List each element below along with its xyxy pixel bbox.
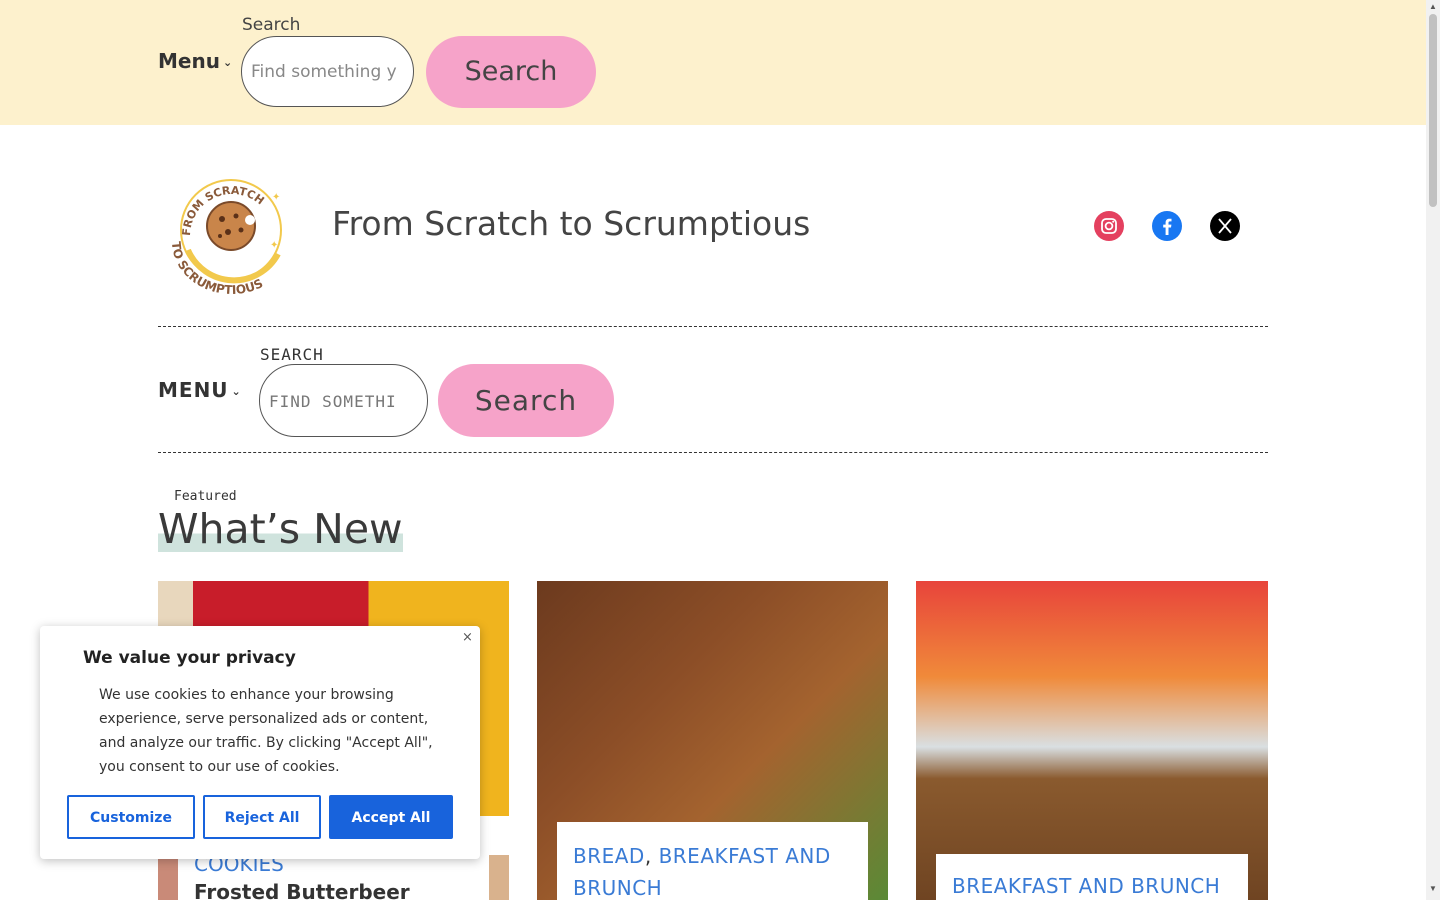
nav-search-button[interactable]: Search — [438, 364, 614, 437]
logo-text-bottom: TO SCRUMPTIOUS — [169, 241, 265, 297]
card-category-box: BREAKFAST AND BRUNCH — [936, 854, 1248, 900]
card-category-box: BREAD, BREAKFAST AND BRUNCH — [557, 822, 868, 900]
nav-search-input[interactable]: FIND SOMETHI — [259, 364, 428, 437]
banner-text: We use cookies to enhance your browsing … — [99, 687, 433, 775]
top-search-input[interactable]: Find something y — [241, 36, 414, 107]
chevron-down-icon: ⌄ — [222, 56, 233, 69]
svg-text:✦: ✦ — [270, 240, 278, 251]
top-menu-label: Menu — [158, 49, 220, 73]
cookie-consent-banner: × We value your privacy We use cookies t… — [40, 626, 480, 859]
nav-search-label: SEARCH — [260, 345, 324, 364]
x-icon[interactable] — [1210, 211, 1240, 241]
page-scrollbar[interactable]: ▲ ▼ — [1426, 0, 1440, 900]
top-bar: Menu ⌄ Search Find something y Search — [0, 0, 1426, 125]
top-menu-toggle[interactable]: Menu ⌄ — [158, 49, 232, 73]
featured-eyebrow: Featured — [174, 489, 237, 504]
post-card-image[interactable] — [916, 581, 1268, 900]
category-separator: , — [644, 844, 652, 868]
main-menu-label: MENU — [158, 378, 229, 402]
customize-button[interactable]: Customize — [67, 795, 195, 839]
scrollbar-thumb[interactable] — [1429, 14, 1437, 207]
chevron-down-icon: ⌄ — [231, 385, 242, 398]
card-image-edge — [158, 855, 178, 900]
divider-top — [158, 326, 1268, 327]
scroll-down-icon[interactable]: ▼ — [1429, 884, 1437, 893]
reject-all-button[interactable]: Reject All — [203, 795, 321, 839]
close-icon[interactable]: × — [462, 630, 473, 645]
svg-text:✦: ✦ — [272, 192, 280, 203]
site-logo[interactable]: FROM SCRATCH TO SCRUMPTIOUS ✦ ✦ — [158, 164, 304, 297]
section-heading: What’s New — [158, 505, 403, 553]
main-menu-toggle[interactable]: MENU ⌄ — [158, 378, 242, 402]
facebook-icon[interactable] — [1152, 211, 1182, 241]
card-image-edge — [489, 855, 509, 900]
top-search-button[interactable]: Search — [426, 36, 596, 108]
scroll-up-icon[interactable]: ▲ — [1429, 2, 1437, 11]
instagram-icon[interactable] — [1094, 211, 1124, 241]
card-category-link[interactable]: BREAD — [573, 844, 645, 868]
svg-text:TO SCRUMPTIOUS: TO SCRUMPTIOUS — [169, 241, 265, 296]
top-search-label: Search — [242, 15, 301, 35]
divider-bottom — [158, 452, 1268, 453]
card-title-link[interactable]: Frosted Butterbeer — [194, 880, 410, 904]
accept-all-button[interactable]: Accept All — [329, 795, 453, 839]
banner-title: We value your privacy — [83, 648, 296, 668]
card-category-link[interactable]: BREAKFAST AND BRUNCH — [952, 874, 1220, 898]
site-title[interactable]: From Scratch to Scrumptious — [332, 204, 810, 243]
